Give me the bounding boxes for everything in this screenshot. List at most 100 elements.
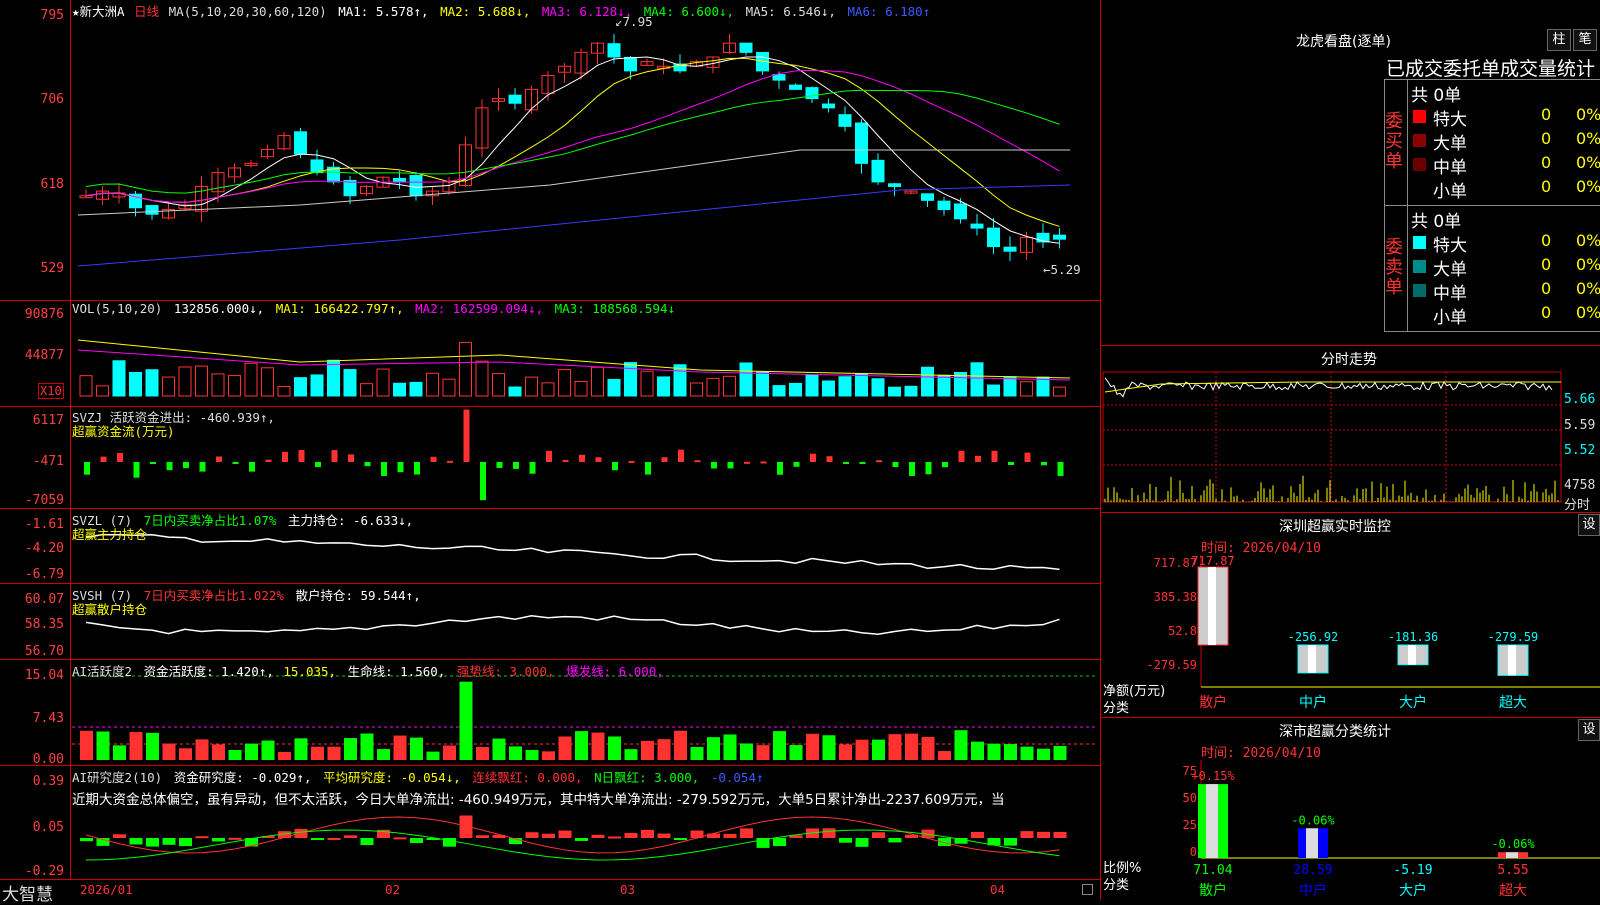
bar-label: -181.36 — [1388, 630, 1439, 644]
activity-bar — [954, 730, 968, 760]
axis-tick: 52.8 — [1168, 624, 1197, 638]
vol-label: VOL(5,10,20) — [72, 301, 163, 316]
order-size: 小单 — [1433, 182, 1467, 202]
volume-bar — [145, 369, 159, 397]
candle — [1003, 246, 1017, 252]
activity-bar — [806, 733, 819, 760]
volume-bar — [228, 375, 241, 397]
ma-line — [77, 149, 1070, 216]
legend-swatch — [1413, 182, 1426, 195]
candle — [343, 179, 357, 197]
intraday-axis-bot: 5.52 — [1564, 443, 1596, 458]
order-size: 小单 — [1433, 308, 1467, 328]
intraday-vol-value: 4758 — [1564, 478, 1596, 493]
order-pct: 0% — [1576, 231, 1600, 250]
activity-bar — [608, 736, 621, 760]
price-axis-529: 529 — [40, 261, 64, 276]
sell-orders-label: 委卖单 — [1385, 237, 1403, 298]
ai1-v1: 资金活跃度: 1.420↑, — [143, 664, 274, 679]
divider — [1384, 205, 1600, 206]
flow-bar — [793, 462, 800, 467]
vol-ma1: MA1: 166422.797↑, — [275, 301, 404, 316]
svsh-axis-bot: 56.70 — [24, 644, 64, 659]
research-bar — [608, 836, 621, 839]
activity-bar — [921, 736, 935, 760]
volume-bar — [723, 375, 736, 397]
flow-bar — [727, 462, 734, 469]
volume-bar — [195, 365, 208, 397]
volume-bar — [805, 373, 819, 397]
activity-bar — [443, 745, 456, 760]
sz-monitor-chart[interactable]: 717.87385.3852.8-279.59717.87散户-256.92中户… — [1101, 545, 1600, 735]
volume-bar — [112, 360, 126, 397]
ai1-axis-bot: 0.00 — [32, 752, 64, 767]
flow-bar — [1041, 462, 1047, 466]
category-label: 散户 — [1199, 694, 1227, 711]
research-bar — [624, 832, 638, 838]
intraday-title: 分时走势 — [1321, 352, 1377, 368]
flow-bar — [84, 462, 90, 475]
delta-label: -0.06% — [1291, 813, 1335, 827]
date-label: 03 — [620, 882, 636, 897]
value-label: 71.04 — [1193, 863, 1232, 878]
activity-bar — [113, 745, 126, 760]
volume-bar — [1003, 376, 1017, 397]
activity-bar — [591, 732, 605, 760]
left-chart-area[interactable]: ★新大洲A 日线 MA(5,10,20,30,60,120) MA1: 5.57… — [0, 0, 1100, 905]
research-line — [85, 816, 1060, 854]
intraday-chart[interactable] — [1101, 370, 1600, 540]
vol-ma3: MA3: 188568.594↓ — [554, 301, 676, 316]
research-bar — [575, 838, 588, 841]
net-bar — [1508, 645, 1516, 676]
sz-class-chart[interactable]: 7550250+0.15%71.04散户-0.06%28.59中户-5.19大户… — [1101, 740, 1600, 900]
order-count: 0 — [1541, 153, 1552, 172]
activity-bar — [789, 745, 803, 760]
price-axis-618: 618 — [40, 177, 64, 192]
axis-line — [70, 0, 71, 880]
activity-bar — [393, 735, 407, 760]
legend-swatch — [1413, 134, 1426, 147]
separator — [1101, 345, 1600, 346]
stock-name[interactable]: ★新大洲A — [72, 4, 125, 19]
activity-bar — [525, 749, 539, 760]
ma-line — [85, 89, 1060, 194]
volume-bar — [343, 369, 357, 397]
volume-bar — [607, 378, 621, 397]
volume-bar — [96, 385, 109, 397]
tick-mode-button[interactable]: 笔 — [1573, 29, 1597, 51]
volume-bar — [574, 380, 588, 397]
research-bar — [179, 838, 192, 847]
volume-bar — [244, 362, 258, 397]
divider — [1384, 79, 1600, 80]
candle — [393, 177, 406, 183]
volume-bar — [162, 376, 175, 397]
volume-bar — [838, 376, 852, 397]
category-label: 超大 — [1499, 883, 1527, 899]
stat-tabs[interactable]: 已成交委托单成交量统计 — [1386, 54, 1595, 81]
sz-class-settings-button[interactable]: 设 — [1578, 719, 1600, 741]
category-label: 散户 — [1199, 882, 1227, 899]
ai2-v1: 资金研究度: -0.029↑, — [173, 770, 312, 785]
candle — [871, 159, 885, 183]
flow-bar — [1057, 462, 1064, 476]
flow-bar — [546, 450, 552, 462]
category-label: 大户 — [1399, 882, 1427, 899]
bar-mode-button[interactable]: 柱 — [1547, 29, 1571, 51]
flow-bar — [711, 462, 717, 469]
ma-line — [85, 57, 1060, 227]
sz-monitor-settings-button[interactable]: 设 — [1578, 514, 1600, 536]
flow-bar — [265, 459, 272, 462]
research-bar — [228, 837, 242, 840]
svzl-axis-top: -1.61 — [24, 517, 64, 532]
flow-bar — [958, 450, 965, 462]
separator — [0, 765, 1100, 766]
flow-bar — [612, 462, 618, 471]
lock-icon[interactable] — [1082, 884, 1093, 895]
ai1-v3: 生命线: 1.560, — [347, 664, 446, 679]
volume-bar — [211, 373, 225, 397]
candle — [838, 114, 852, 127]
volume-bar — [657, 376, 670, 397]
flow-bar — [133, 462, 140, 478]
period-label[interactable]: 日线 — [134, 4, 159, 19]
volume-bar — [277, 386, 291, 397]
